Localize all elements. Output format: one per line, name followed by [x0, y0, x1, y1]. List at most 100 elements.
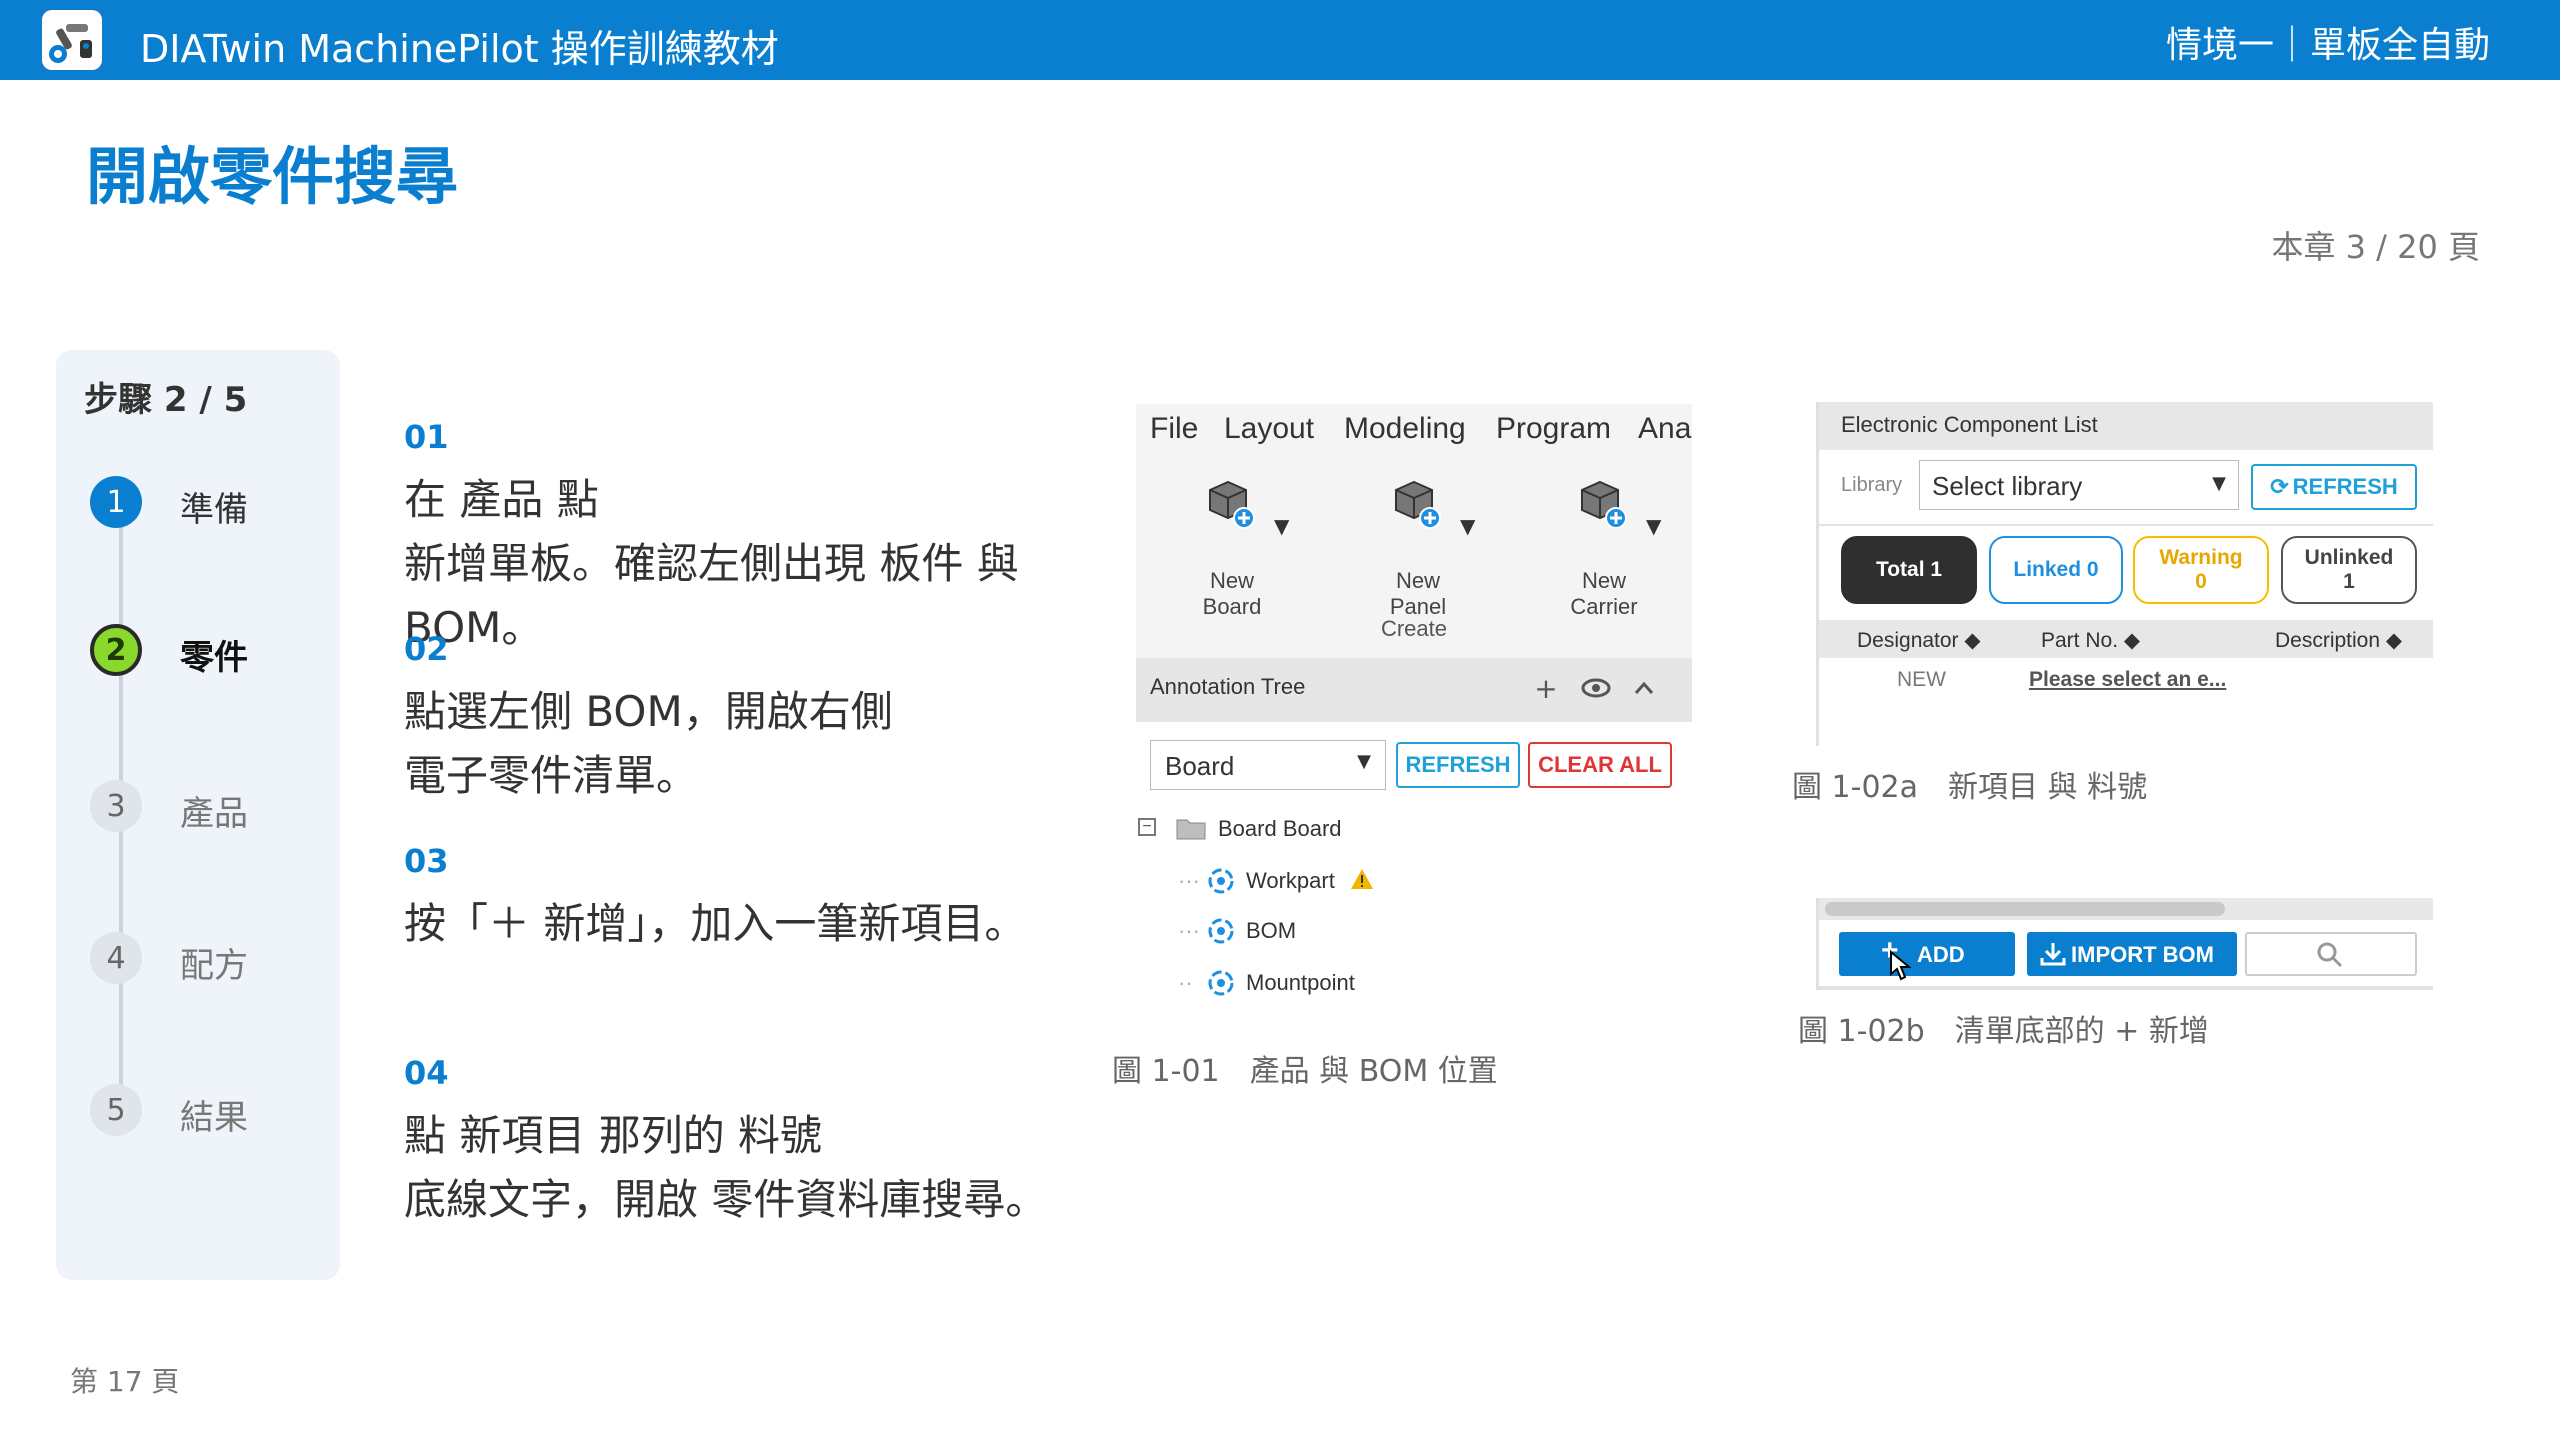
component-list-title: Electronic Component List: [1841, 412, 2098, 437]
refresh-button[interactable]: REFRESH: [1396, 742, 1520, 788]
tree-guide-dots: ··: [1178, 970, 1193, 995]
pill-label: Unlinked: [2304, 546, 2394, 569]
instruction-number: 02: [404, 630, 449, 668]
instruction-text: 點選左側 BOM，開啟右側 電子零件清單。: [404, 687, 893, 800]
import-bom-label: IMPORT BOM: [2071, 942, 2214, 967]
pill-label: Total 1: [1875, 558, 1943, 581]
filter-pill-total[interactable]: Total 1: [1841, 536, 1977, 604]
filter-pill-warning[interactable]: Warning 0: [2133, 536, 2269, 604]
search-input[interactable]: [2245, 932, 2417, 976]
step-item-prepare[interactable]: 1 準備: [90, 472, 330, 532]
horizontal-scrollbar[interactable]: [1819, 898, 2433, 920]
instruction-text: 按「＋ 新增」，加入一筆新項目。: [404, 899, 1027, 948]
step-item-parts[interactable]: 2 零件: [90, 620, 330, 680]
dropdown-caret-icon[interactable]: ▼: [1460, 514, 1475, 538]
refresh-button[interactable]: ⟳ REFRESH: [2251, 464, 2417, 510]
step-label: 結果: [180, 1098, 248, 1138]
tree-guide-dots: ···: [1178, 868, 1200, 893]
divider: [1819, 524, 2433, 526]
instruction-text: 點 新項目 那列的 料號 底線文字，開啟 零件資料庫搜尋。: [404, 1111, 1048, 1224]
figure-caption: 圖 1-01 產品 與 BOM 位置: [1112, 1054, 1498, 1089]
new-panel-button[interactable]: ▼ New Panel: [1348, 478, 1488, 619]
table-cell-designator: NEW: [1897, 668, 1946, 691]
cube-plus-icon: [1209, 480, 1255, 529]
instruction-number: 03: [404, 842, 449, 880]
component-list-title-bar: Electronic Component List: [1819, 402, 2433, 450]
column-header-part-no[interactable]: Part No. ◆: [2041, 628, 2140, 653]
menu-program[interactable]: Program: [1496, 412, 1611, 446]
step-item-product[interactable]: 3 產品: [90, 776, 330, 836]
new-board-button[interactable]: ▼ New Board: [1162, 478, 1302, 619]
filter-pill-linked[interactable]: Linked 0: [1989, 536, 2123, 604]
scrollbar-thumb[interactable]: [1825, 902, 2225, 916]
tree-node-label: Mountpoint: [1246, 970, 1355, 995]
menu-analysis[interactable]: Ana: [1638, 412, 1691, 446]
step-label: 準備: [180, 490, 248, 530]
page-title: 開啟零件搜尋: [86, 140, 459, 213]
tree-node-board[interactable]: − Board Board: [1136, 810, 1692, 850]
page-number: 第 17 頁: [70, 1365, 180, 1398]
target-icon: [1206, 968, 1236, 1004]
menu-modeling[interactable]: Modeling: [1344, 412, 1466, 446]
target-icon: [1206, 916, 1236, 952]
ribbon-group-label: Create: [1380, 616, 1448, 641]
table-header: Designator ◆ Part No. ◆ Description ◆: [1819, 620, 2433, 658]
app-title: DIATwin MachinePilot 操作訓練教材: [140, 27, 779, 71]
refresh-icon: ⟳: [2270, 474, 2289, 499]
clear-all-button[interactable]: CLEAR ALL: [1528, 742, 1672, 788]
annotation-tree-title: Annotation Tree: [1150, 674, 1306, 699]
instruction-number: 01: [404, 418, 449, 456]
eye-icon[interactable]: [1578, 668, 1614, 708]
menu-file[interactable]: File: [1150, 412, 1198, 446]
import-bom-button[interactable]: IMPORT BOM: [2027, 932, 2237, 976]
robot-logo-icon: [42, 10, 102, 70]
collapse-icon[interactable]: −: [1138, 818, 1156, 836]
annotation-tree-body: Board ▼ REFRESH CLEAR ALL − Board Board …: [1136, 722, 1692, 1030]
menu-layout[interactable]: Layout: [1224, 412, 1314, 446]
figure-list-bottom-screenshot: + ADD IMPORT BOM: [1816, 898, 2433, 990]
step-number-badge: 5: [90, 1084, 142, 1136]
step-label: 零件: [180, 638, 248, 678]
pill-count: 0: [2195, 570, 2207, 593]
figure-product-bom-screenshot: File Layout Modeling Program Ana ▼ New B…: [1136, 404, 1692, 1030]
step-counter: 步驟 2 / 5: [84, 380, 248, 420]
column-header-designator[interactable]: Designator ◆: [1857, 628, 1981, 653]
pill-label: Warning: [2159, 546, 2243, 569]
new-panel-label: New Panel: [1389, 568, 1447, 619]
column-header-description[interactable]: Description ◆: [2275, 628, 2402, 653]
step-item-recipe[interactable]: 4 配方: [90, 928, 330, 988]
pill-count: 1: [2343, 570, 2355, 593]
library-label: Library: [1841, 474, 1903, 496]
dropdown-caret-icon[interactable]: ▼: [1646, 514, 1661, 538]
new-carrier-button[interactable]: ▼ New Carrier: [1534, 478, 1674, 619]
step-label: 產品: [180, 794, 248, 834]
pill-label: Linked 0: [2013, 558, 2099, 581]
add-button[interactable]: + ADD: [1839, 932, 2015, 981]
scenario-label: 情境一｜單板全自動: [2165, 25, 2490, 66]
board-select-value: Board: [1165, 751, 1235, 781]
step-number-badge: 1: [90, 476, 142, 528]
step-progress-panel: 步驟 2 / 5 1 準備 2 零件 3 產品 4 配方 5 結果: [56, 350, 340, 1280]
tree-node-mountpoint[interactable]: ·· Mountpoint: [1136, 964, 1692, 1004]
chapter-page-indicator: 本章 3 / 20 頁: [2271, 228, 2480, 266]
chevron-up-icon[interactable]: [1626, 668, 1662, 708]
filter-pill-unlinked[interactable]: Unlinked 1: [2281, 536, 2417, 604]
tree-node-label: BOM: [1246, 918, 1297, 943]
warning-icon: [1350, 868, 1374, 896]
step-label: 配方: [180, 946, 248, 986]
top-header-bar: DIATwin MachinePilot 操作訓練教材 情境一｜單板全自動: [0, 0, 2560, 80]
part-number-link[interactable]: Please select an e...: [2029, 668, 2226, 692]
library-select[interactable]: Select library ▼: [1919, 460, 2239, 510]
tree-node-bom[interactable]: ··· BOM: [1136, 912, 1692, 952]
tree-guide-dots: ···: [1178, 918, 1200, 943]
board-select[interactable]: Board ▼: [1150, 740, 1386, 790]
tree-node-workpart[interactable]: ··· Workpart: [1136, 862, 1692, 902]
annotation-tree-header: Annotation Tree +: [1136, 658, 1692, 722]
step-item-result[interactable]: 5 結果: [90, 1080, 330, 1140]
add-icon[interactable]: +: [1528, 668, 1564, 708]
new-board-label: New Board: [1202, 568, 1262, 619]
dropdown-caret-icon[interactable]: ▼: [1274, 514, 1289, 538]
chevron-down-icon: ▼: [2212, 473, 2226, 494]
step-number-badge: 3: [90, 780, 142, 832]
refresh-label: REFRESH: [2292, 474, 2398, 499]
